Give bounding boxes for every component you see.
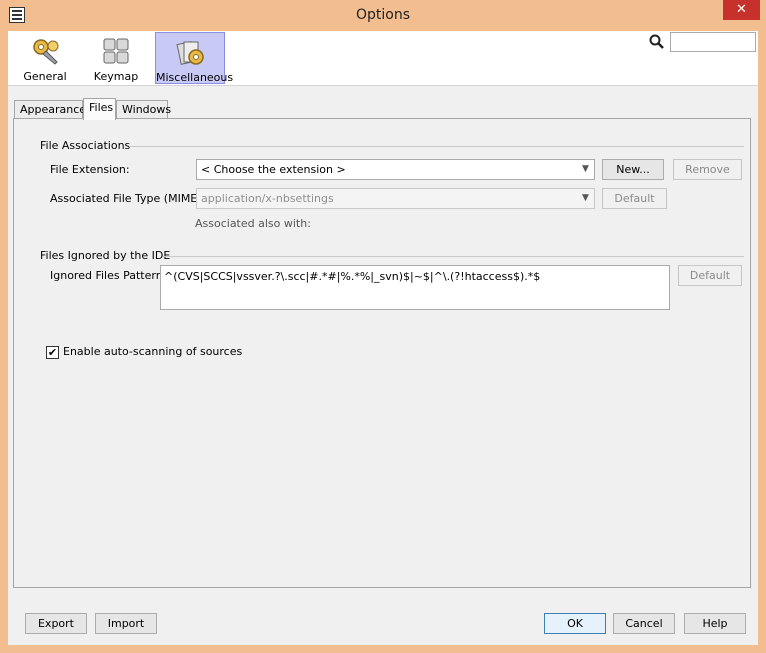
tab-appearance[interactable]: Appearance (14, 100, 86, 119)
new-extension-button[interactable]: New... (602, 159, 664, 180)
file-associations-heading: File Associations (40, 139, 131, 152)
category-label: Keymap (93, 70, 139, 83)
close-button[interactable]: ✕ (723, 0, 760, 20)
file-extension-value: < Choose the extension > (201, 163, 346, 176)
ignored-pattern-label: Ignored Files Pattern: (50, 269, 167, 282)
import-button[interactable]: Import (95, 613, 157, 634)
file-extension-combo[interactable]: < Choose the extension > ▼ (196, 159, 595, 180)
category-keymap[interactable]: Keymap (81, 32, 151, 84)
misc-icon (176, 41, 204, 65)
options-window: Options ✕ General Keymap Miscellaneous A… (0, 0, 766, 653)
title-bar: Options ✕ (0, 0, 766, 31)
remove-extension-button[interactable]: Remove (673, 159, 742, 180)
associated-also-with-label: Associated also with: (195, 217, 311, 230)
mime-type-label: Associated File Type (MIME): (50, 192, 206, 205)
mime-type-value: application/x-nbsettings (201, 192, 334, 205)
category-general[interactable]: General (10, 32, 80, 84)
chevron-down-icon: ▼ (582, 164, 589, 174)
category-label: Miscellaneous (156, 71, 234, 84)
files-panel: File Associations File Extension: < Choo… (13, 118, 751, 588)
help-button[interactable]: Help (684, 613, 746, 634)
chevron-down-icon: ▼ (582, 193, 589, 203)
tab-files[interactable]: Files (83, 98, 116, 120)
keyboard-icon (103, 38, 129, 64)
ignored-pattern-input[interactable]: ^(CVS|SCCS|vssver.?\.scc|#.*#|%.*%|_svn)… (160, 265, 670, 310)
window-title: Options (355, 7, 411, 23)
ignored-pattern-default-button[interactable]: Default (678, 265, 742, 286)
window-content: General Keymap Miscellaneous Appearance … (8, 31, 758, 645)
mime-type-combo[interactable]: application/x-nbsettings ▼ (196, 188, 595, 209)
search-icon (649, 34, 664, 49)
cancel-button[interactable]: Cancel (613, 613, 675, 634)
file-extension-label: File Extension: (50, 163, 130, 176)
category-toolbar: General Keymap Miscellaneous (8, 31, 758, 86)
export-button[interactable]: Export (25, 613, 87, 634)
mime-default-button[interactable]: Default (602, 188, 667, 209)
gears-icon (33, 39, 59, 65)
category-miscellaneous[interactable]: Miscellaneous (155, 32, 234, 84)
ok-button[interactable]: OK (544, 613, 606, 634)
tab-windows[interactable]: Windows (116, 100, 171, 119)
section-divider (163, 256, 744, 257)
auto-scanning-checkbox[interactable]: ✔ (46, 346, 59, 359)
auto-scanning-label: Enable auto-scanning of sources (63, 345, 243, 358)
section-divider (129, 146, 744, 147)
category-label: General (23, 70, 67, 83)
search-input[interactable] (670, 32, 756, 52)
files-ignored-heading: Files Ignored by the IDE (40, 249, 171, 262)
